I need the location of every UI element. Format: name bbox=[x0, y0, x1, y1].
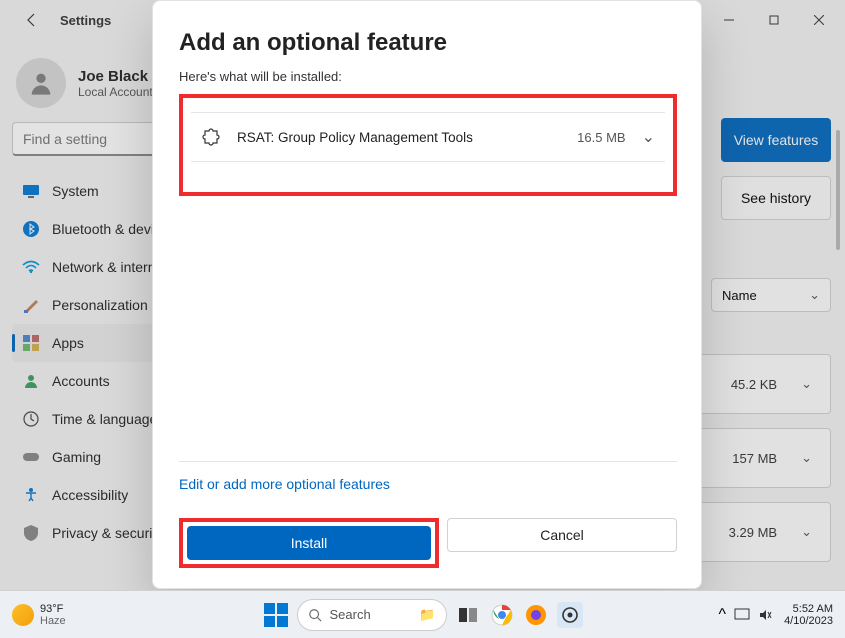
maximize-button[interactable] bbox=[751, 4, 796, 36]
back-button[interactable] bbox=[12, 0, 52, 40]
sidebar-item-label: Privacy & security bbox=[52, 525, 163, 541]
sort-dropdown[interactable]: Name ⌄ bbox=[711, 278, 831, 312]
firefox-icon[interactable] bbox=[523, 602, 549, 628]
paintbrush-icon bbox=[22, 296, 40, 314]
cancel-button[interactable]: Cancel bbox=[447, 518, 677, 552]
minimize-button[interactable] bbox=[706, 4, 751, 36]
sidebar-item-label: Network & internet bbox=[52, 259, 167, 275]
feature-item[interactable]: RSAT: Group Policy Management Tools 16.5… bbox=[191, 112, 665, 162]
person-icon bbox=[22, 372, 40, 390]
taskbar-search-placeholder: Search bbox=[330, 607, 371, 622]
system-tray[interactable]: ^ bbox=[719, 606, 773, 624]
feature-size: 3.29 MB bbox=[729, 525, 777, 540]
network-tray-icon[interactable] bbox=[734, 608, 750, 622]
avatar bbox=[16, 58, 66, 108]
chevron-down-icon: ⌄ bbox=[809, 287, 820, 303]
chevron-down-icon: ⌄ bbox=[801, 524, 812, 540]
profile-name: Joe Black bbox=[78, 68, 153, 85]
shield-icon bbox=[22, 524, 40, 542]
clock[interactable]: 5:52 AM 4/10/2023 bbox=[784, 603, 833, 627]
sidebar-item-label: Time & language bbox=[52, 411, 157, 427]
divider bbox=[179, 461, 677, 462]
clock-globe-icon bbox=[22, 410, 40, 428]
sidebar-item-label: Accounts bbox=[52, 373, 110, 389]
highlight-box-install: Install bbox=[179, 518, 439, 568]
feature-name: RSAT: Group Policy Management Tools bbox=[237, 130, 561, 145]
view-features-button[interactable]: View features bbox=[721, 118, 831, 162]
time: 5:52 AM bbox=[784, 603, 833, 615]
see-history-button[interactable]: See history bbox=[721, 176, 831, 220]
chevron-down-icon: ⌄ bbox=[801, 450, 812, 466]
date: 4/10/2023 bbox=[784, 615, 833, 627]
sidebar-item-label: Personalization bbox=[52, 297, 148, 313]
weather-temp: 93°F bbox=[40, 603, 66, 615]
wifi-icon bbox=[22, 258, 40, 276]
apps-icon bbox=[22, 334, 40, 352]
feature-size: 45.2 KB bbox=[731, 377, 777, 392]
feature-size: 16.5 MB bbox=[577, 130, 625, 145]
puzzle-icon bbox=[201, 127, 221, 147]
chevron-up-icon[interactable]: ^ bbox=[719, 606, 727, 624]
highlight-box-feature: RSAT: Group Policy Management Tools 16.5… bbox=[179, 94, 677, 196]
feature-size: 157 MB bbox=[732, 451, 777, 466]
dialog-subtitle: Here's what will be installed: bbox=[179, 69, 677, 84]
sidebar-item-label: System bbox=[52, 183, 99, 199]
gamepad-icon bbox=[22, 448, 40, 466]
search-chip-icon: 📁 bbox=[419, 607, 435, 623]
chevron-down-icon: ⌄ bbox=[801, 376, 812, 392]
weather-widget[interactable]: 93°F Haze bbox=[0, 603, 66, 627]
start-button[interactable] bbox=[263, 602, 289, 628]
dialog-title: Add an optional feature bbox=[179, 29, 677, 57]
sort-label: Name bbox=[722, 288, 757, 303]
task-view-button[interactable] bbox=[455, 602, 481, 628]
profile-account-type: Local Account bbox=[78, 85, 153, 99]
volume-tray-icon[interactable] bbox=[758, 608, 772, 622]
window-title: Settings bbox=[60, 13, 111, 28]
sidebar-item-label: Apps bbox=[52, 335, 84, 351]
close-button[interactable] bbox=[796, 4, 841, 36]
display-icon bbox=[22, 182, 40, 200]
weather-desc: Haze bbox=[40, 615, 66, 627]
accessibility-icon bbox=[22, 486, 40, 504]
search-icon bbox=[308, 608, 322, 622]
add-feature-dialog: Add an optional feature Here's what will… bbox=[152, 0, 702, 589]
chrome-icon[interactable] bbox=[489, 602, 515, 628]
install-button[interactable]: Install bbox=[187, 526, 431, 560]
bluetooth-icon bbox=[22, 220, 40, 238]
taskbar-search[interactable]: Search 📁 bbox=[297, 599, 447, 631]
chevron-down-icon[interactable]: ⌄ bbox=[642, 127, 655, 147]
sidebar-item-label: Gaming bbox=[52, 449, 101, 465]
edit-features-link[interactable]: Edit or add more optional features bbox=[179, 476, 677, 492]
settings-icon[interactable] bbox=[557, 602, 583, 628]
weather-icon bbox=[12, 604, 34, 626]
sidebar-item-label: Accessibility bbox=[52, 487, 128, 503]
taskbar: 93°F Haze Search 📁 ^ 5:52 AM 4/10/2023 bbox=[0, 590, 845, 638]
scrollbar[interactable] bbox=[833, 130, 843, 300]
